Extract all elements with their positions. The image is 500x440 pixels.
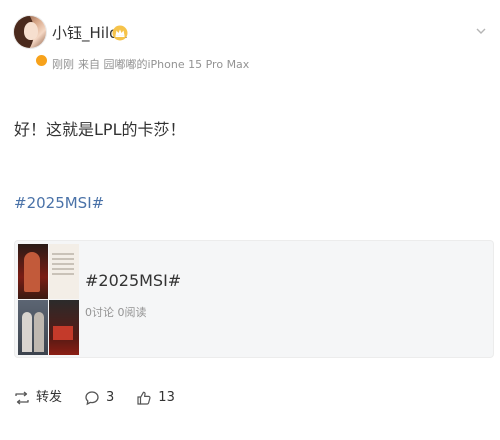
action-bar: 转发 3 13: [14, 386, 197, 410]
thumbnail-quadrant: [49, 300, 79, 355]
crown-icon: [112, 25, 128, 41]
thumbnail-quadrant: [18, 300, 48, 355]
topic-stats: 0讨论 0阅读: [85, 306, 147, 319]
topic-card[interactable]: #2025MSI# 0讨论 0阅读: [14, 240, 494, 358]
repost-label: 转发: [36, 390, 63, 405]
post-source: 来自 园嘟嘟的iPhone 15 Pro Max: [78, 58, 250, 71]
comment-icon: [85, 391, 99, 406]
like-count: 13: [158, 390, 175, 405]
post-time: 刚刚: [52, 58, 74, 71]
repost-icon: [15, 391, 29, 405]
thumbnail-quadrant: [18, 244, 48, 299]
like-button[interactable]: 13: [136, 390, 175, 406]
comment-count: 3: [106, 390, 115, 405]
author-avatar[interactable]: [14, 16, 46, 48]
like-icon: [137, 391, 151, 405]
weibo-post: 小钰_Hilda 刚刚 来自 园嘟嘟的iPhone 15 Pro Max 好！这就…: [0, 0, 500, 440]
post-meta: 刚刚 来自 园嘟嘟的iPhone 15 Pro Max: [52, 58, 253, 72]
avatar-face-shape: [24, 22, 38, 40]
comment-button[interactable]: 3: [84, 390, 114, 406]
verified-badge-icon: [35, 54, 48, 67]
post-text: 好！这就是LPL的卡莎！: [14, 120, 186, 139]
thumbnail-quadrant: [49, 244, 79, 299]
topic-title: #2025MSI#: [85, 271, 182, 290]
topic-thumbnail: [18, 244, 79, 355]
repost-button[interactable]: 转发: [14, 390, 62, 406]
hashtag-link[interactable]: #2025MSI#: [14, 193, 104, 213]
chevron-down-icon[interactable]: [476, 26, 486, 36]
